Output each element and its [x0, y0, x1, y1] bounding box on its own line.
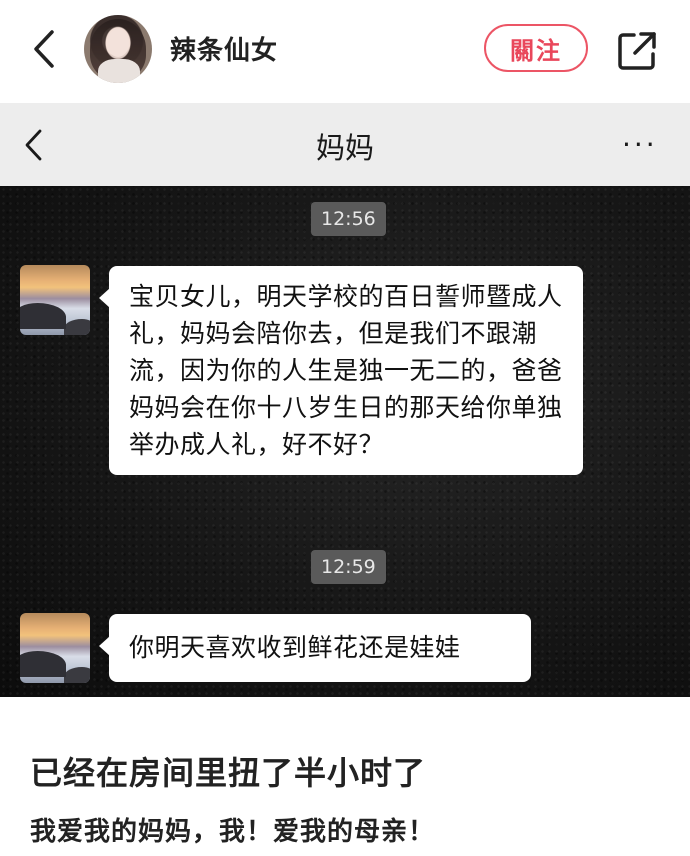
author-avatar[interactable] [84, 15, 152, 83]
author-name[interactable]: 辣条仙女 [170, 30, 278, 67]
chat-screenshot[interactable]: 妈妈 ··· 12:56 宝贝女儿，明天学校的百日誓师暨成人礼，妈妈会陪你去，但… [0, 103, 690, 697]
message-bubble: 宝贝女儿，明天学校的百日誓师暨成人礼，妈妈会陪你去，但是我们不跟潮流，因为你的人… [99, 266, 583, 475]
back-button[interactable] [28, 26, 64, 72]
avatar-face [107, 29, 129, 57]
chevron-left-icon [34, 30, 54, 68]
contact-avatar [20, 265, 90, 335]
timestamp-chip: 12:59 [311, 550, 386, 584]
avatar-body [98, 59, 140, 83]
chat-nav-bar: 妈妈 ··· [0, 103, 690, 186]
timestamp-chip: 12:56 [311, 202, 386, 236]
share-external-icon [618, 32, 656, 70]
post-title: 已经在房间里扭了半小时了 [30, 754, 427, 792]
message-bubble: 你明天喜欢收到鲜花还是娃娃 [99, 614, 531, 682]
contact-avatar [20, 613, 90, 683]
more-dots-icon: ··· [622, 128, 658, 161]
post-body-text: 我爱我的妈妈，我！爱我的母亲！ [30, 817, 436, 847]
follow-button[interactable]: 關注 [484, 24, 588, 72]
post-header: 辣条仙女 關注 [0, 0, 690, 103]
share-button[interactable] [614, 28, 660, 74]
chat-title: 妈妈 [315, 131, 374, 165]
